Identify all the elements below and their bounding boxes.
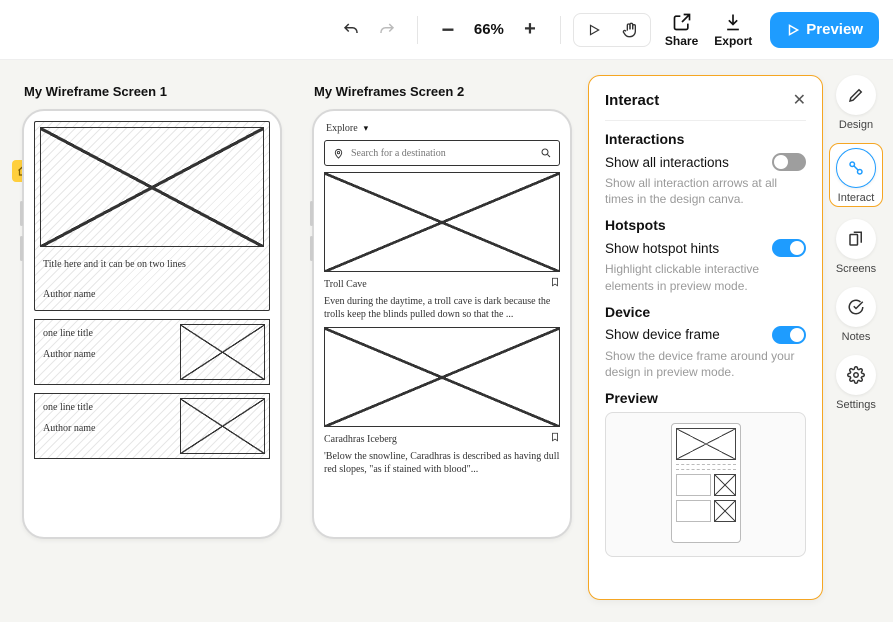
side-label: Design: [839, 119, 873, 131]
explore-tab[interactable]: Explore ▾: [326, 123, 560, 134]
hotspots-heading: Hotspots: [605, 217, 806, 233]
zoom-out-button[interactable]: −: [434, 16, 462, 44]
list-item[interactable]: one line title Author name: [34, 319, 270, 385]
tab-label: Explore: [326, 123, 358, 134]
hero-author: Author name: [35, 274, 269, 304]
device-heading: Device: [605, 304, 806, 320]
side-label: Interact: [838, 192, 875, 204]
toolbar-divider: [560, 16, 561, 44]
export-label: Export: [714, 34, 752, 48]
side-label: Screens: [836, 263, 876, 275]
card-title: Troll Cave: [324, 279, 367, 290]
list-item[interactable]: one line title Author name: [34, 393, 270, 459]
item-title: one line title: [43, 402, 168, 413]
interact-icon: [836, 148, 876, 188]
wireframe-screen-2[interactable]: My Wireframes Screen 2 Explore ▾ Troll C…: [312, 80, 572, 602]
image-placeholder: [324, 327, 560, 427]
card-title: Caradhras Iceberg: [324, 434, 397, 445]
side-label: Settings: [836, 399, 876, 411]
top-toolbar: − 66% + Share Export Preview: [0, 0, 893, 60]
zoom-level: 66%: [474, 21, 504, 38]
show-hotspot-hints-toggle[interactable]: [772, 239, 806, 257]
screen-title: My Wireframe Screen 1: [24, 84, 282, 99]
show-all-interactions-toggle[interactable]: [772, 153, 806, 171]
panel-title: Interact: [605, 92, 659, 109]
search-field[interactable]: [324, 140, 560, 166]
notes-icon: [836, 287, 876, 327]
hand-mode-button[interactable]: [616, 16, 644, 44]
interact-panel: Interact ✕ Interactions Show all interac…: [588, 75, 823, 600]
play-mode-button[interactable]: [580, 16, 608, 44]
device-frame: Title here and it can be on two lines Au…: [22, 109, 282, 539]
search-icon[interactable]: [539, 147, 553, 159]
image-placeholder: [40, 127, 264, 247]
show-device-frame-toggle[interactable]: [772, 326, 806, 344]
screen-title: My Wireframes Screen 2: [314, 84, 572, 99]
hero-caption: Title here and it can be on two lines: [35, 252, 269, 274]
show-all-interactions-label: Show all interactions: [605, 155, 729, 170]
preview-label: Preview: [806, 21, 863, 38]
side-item-settings[interactable]: Settings: [829, 355, 883, 411]
device-frame: Explore ▾ Troll Cave: [312, 109, 572, 539]
image-placeholder: [180, 398, 265, 454]
hero-card[interactable]: Title here and it can be on two lines Au…: [34, 121, 270, 311]
zoom-in-button[interactable]: +: [516, 16, 544, 44]
side-item-design[interactable]: Design: [829, 75, 883, 131]
side-item-screens[interactable]: Screens: [829, 219, 883, 275]
image-placeholder: [324, 172, 560, 272]
wireframe-screen-1[interactable]: My Wireframe Screen 1 Title here and it …: [22, 80, 282, 602]
show-hotspot-hints-label: Show hotspot hints: [605, 241, 719, 256]
chevron-down-icon: ▾: [364, 123, 369, 134]
hotspots-help: Highlight clickable interactive elements…: [605, 261, 806, 293]
interactions-help: Show all interaction arrows at all times…: [605, 175, 806, 207]
destination-card[interactable]: Troll Cave Even during the daytime, a tr…: [324, 172, 560, 321]
bookmark-icon[interactable]: [550, 275, 560, 293]
export-button[interactable]: Export: [714, 12, 752, 48]
destination-card[interactable]: Caradhras Iceberg 'Below the snowline, C…: [324, 327, 560, 476]
item-title: one line title: [43, 328, 168, 339]
pin-icon: [331, 148, 345, 159]
redo-button[interactable]: [373, 16, 401, 44]
image-placeholder: [180, 324, 265, 380]
side-toolbar: Design Interact Screens Notes Settings: [829, 75, 883, 411]
undo-button[interactable]: [337, 16, 365, 44]
show-device-frame-label: Show device frame: [605, 327, 720, 342]
share-label: Share: [665, 34, 698, 48]
interactions-heading: Interactions: [605, 131, 806, 147]
toolbar-divider: [417, 16, 418, 44]
share-button[interactable]: Share: [665, 12, 698, 48]
gear-icon: [836, 355, 876, 395]
preview-button[interactable]: Preview: [770, 12, 879, 48]
preview-device: [671, 423, 741, 543]
item-author: Author name: [43, 349, 168, 360]
pencil-icon: [836, 75, 876, 115]
search-input[interactable]: [351, 148, 533, 159]
screens-icon: [836, 219, 876, 259]
close-icon[interactable]: ✕: [793, 90, 806, 110]
side-item-interact[interactable]: Interact: [829, 143, 883, 207]
side-label: Notes: [842, 331, 871, 343]
card-description: Even during the daytime, a troll cave is…: [324, 295, 560, 321]
preview-thumbnail: [605, 412, 806, 557]
side-item-notes[interactable]: Notes: [829, 287, 883, 343]
bookmark-icon[interactable]: [550, 430, 560, 448]
card-description: 'Below the snowline, Caradhras is descri…: [324, 450, 560, 476]
preview-heading: Preview: [605, 390, 806, 406]
item-author: Author name: [43, 423, 168, 434]
device-help: Show the device frame around your design…: [605, 348, 806, 380]
